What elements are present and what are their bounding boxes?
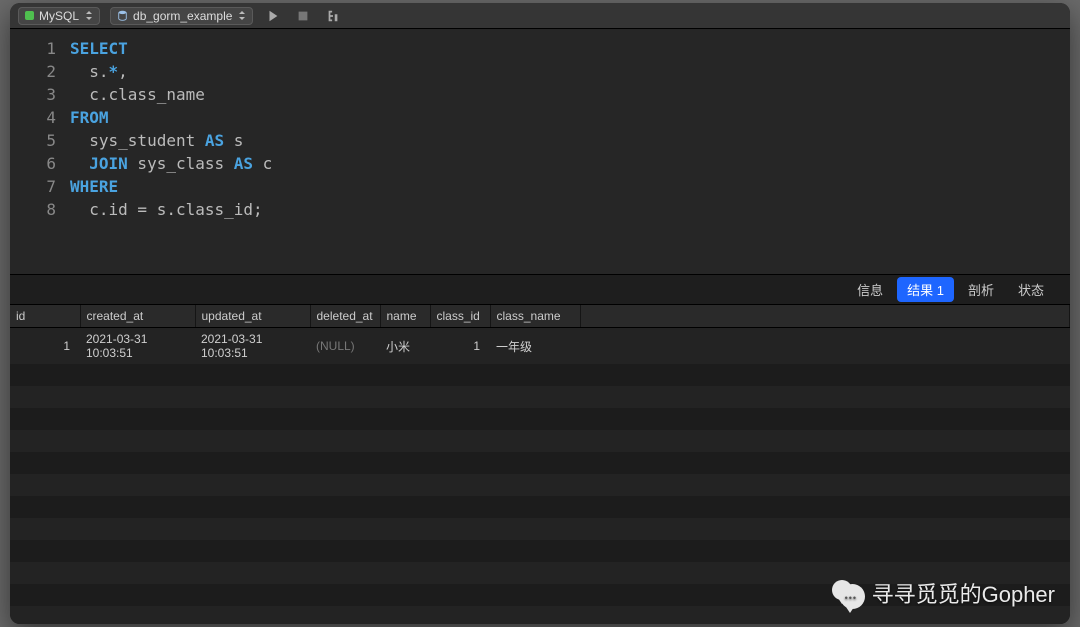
status-dot-icon xyxy=(25,11,34,20)
cell-deleted[interactable]: (NULL) xyxy=(310,328,380,365)
code-line[interactable]: c.id = s.class_id; xyxy=(70,198,272,221)
line-gutter: 12345678 xyxy=(10,29,70,274)
cell-name[interactable]: 小米 xyxy=(380,328,430,365)
tab-status[interactable]: 状态 xyxy=(1008,277,1054,302)
col-header[interactable]: updated_at xyxy=(195,305,310,328)
tab-result[interactable]: 结果 1 xyxy=(897,277,954,302)
col-header[interactable]: name xyxy=(380,305,430,328)
code-line[interactable]: FROM xyxy=(70,106,272,129)
col-header[interactable]: class_id xyxy=(430,305,490,328)
results-table: id created_at updated_at deleted_at name… xyxy=(10,305,1070,624)
cell-classname[interactable]: 一年级 xyxy=(490,328,580,365)
code-area[interactable]: SELECT s.*, c.class_nameFROM sys_student… xyxy=(70,29,272,274)
results-panel: id created_at updated_at deleted_at name… xyxy=(10,305,1070,624)
empty-row xyxy=(10,452,1070,474)
code-line[interactable]: WHERE xyxy=(70,175,272,198)
code-line[interactable]: SELECT xyxy=(70,37,272,60)
code-line[interactable]: sys_student AS s xyxy=(70,129,272,152)
col-header[interactable]: class_name xyxy=(490,305,580,328)
result-tabbar: 信息 结果 1 剖析 状态 xyxy=(10,275,1070,305)
empty-row xyxy=(10,364,1070,386)
driver-label: MySQL xyxy=(39,9,79,23)
empty-row xyxy=(10,408,1070,430)
col-filler xyxy=(580,305,1070,328)
line-number: 1 xyxy=(10,37,56,60)
database-select[interactable]: db_gorm_example xyxy=(110,7,253,25)
toolbar: MySQL db_gorm_example xyxy=(10,3,1070,29)
sql-editor[interactable]: 12345678 SELECT s.*, c.class_nameFROM sy… xyxy=(10,29,1070,275)
line-number: 2 xyxy=(10,60,56,83)
line-number: 7 xyxy=(10,175,56,198)
code-line[interactable]: c.class_name xyxy=(70,83,272,106)
database-label: db_gorm_example xyxy=(133,9,232,23)
empty-row xyxy=(10,540,1070,562)
tab-info[interactable]: 信息 xyxy=(847,277,893,302)
empty-row xyxy=(10,386,1070,408)
empty-row xyxy=(10,518,1070,540)
chevron-updown-icon xyxy=(86,11,93,20)
line-number: 4 xyxy=(10,106,56,129)
line-number: 6 xyxy=(10,152,56,175)
code-line[interactable]: JOIN sys_class AS c xyxy=(70,152,272,175)
table-row[interactable]: 12021-03-31 10:03:512021-03-31 10:03:51(… xyxy=(10,328,1070,365)
empty-row xyxy=(10,562,1070,584)
database-icon xyxy=(117,10,128,21)
empty-row xyxy=(10,584,1070,606)
cell-created[interactable]: 2021-03-31 10:03:51 xyxy=(80,328,195,365)
line-number: 8 xyxy=(10,198,56,221)
cell-updated[interactable]: 2021-03-31 10:03:51 xyxy=(195,328,310,365)
line-number: 3 xyxy=(10,83,56,106)
col-header[interactable]: id xyxy=(10,305,80,328)
line-number: 5 xyxy=(10,129,56,152)
driver-select[interactable]: MySQL xyxy=(18,7,100,25)
stop-button[interactable] xyxy=(293,7,313,25)
explain-button[interactable] xyxy=(323,7,343,25)
empty-row xyxy=(10,474,1070,496)
empty-row xyxy=(10,496,1070,518)
chevron-updown-icon xyxy=(239,11,246,20)
cell-classid[interactable]: 1 xyxy=(430,328,490,365)
empty-row xyxy=(10,430,1070,452)
col-header[interactable]: created_at xyxy=(80,305,195,328)
cell-id[interactable]: 1 xyxy=(10,328,80,365)
tab-profile[interactable]: 剖析 xyxy=(958,277,1004,302)
run-button[interactable] xyxy=(263,7,283,25)
col-header[interactable]: deleted_at xyxy=(310,305,380,328)
code-line[interactable]: s.*, xyxy=(70,60,272,83)
sql-client-window: MySQL db_gorm_example 12345678 SELECT s.… xyxy=(10,3,1070,624)
empty-row xyxy=(10,606,1070,624)
